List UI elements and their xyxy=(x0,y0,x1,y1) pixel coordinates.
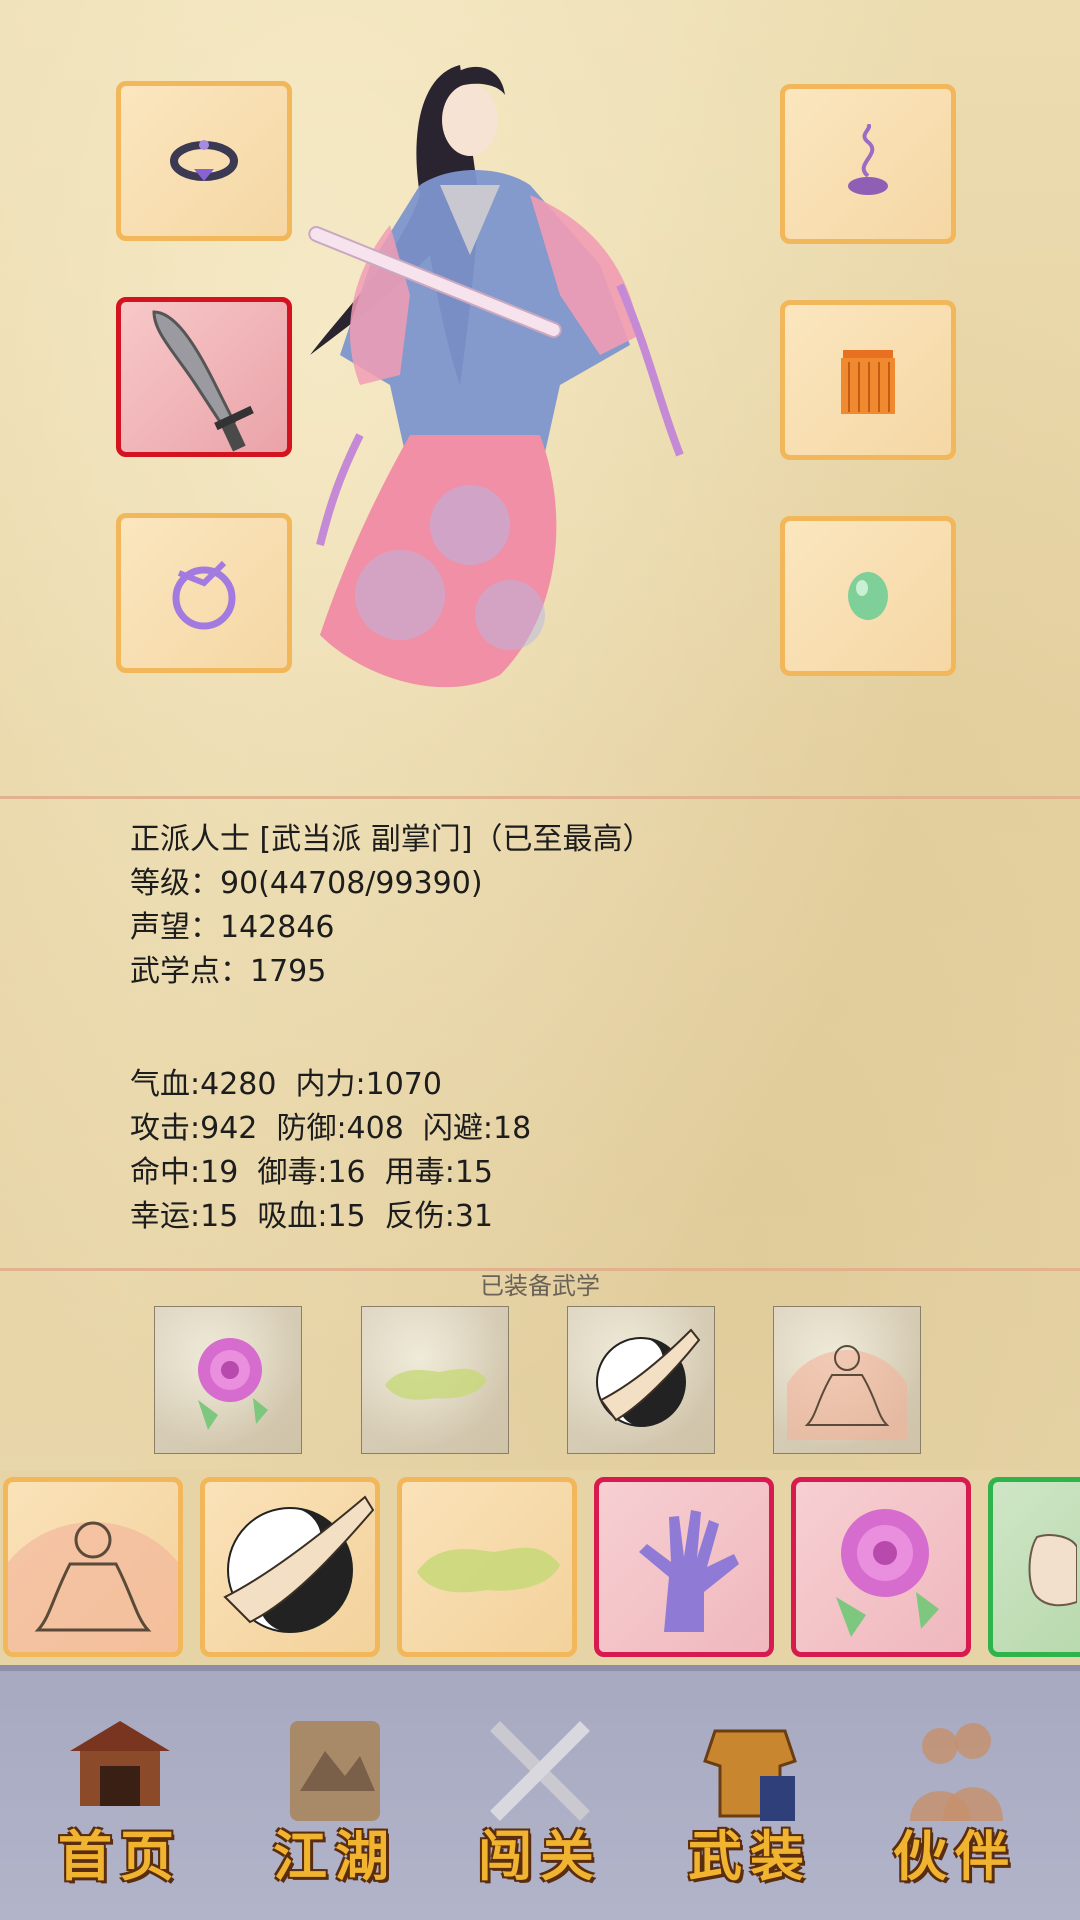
equipped-skill-4[interactable] xyxy=(773,1306,921,1454)
nav-jianghu[interactable]: 江湖 xyxy=(245,1691,425,1901)
nav-challenge[interactable]: 闯关 xyxy=(450,1691,630,1901)
rose-icon xyxy=(198,1338,268,1430)
equipped-skill-3[interactable] xyxy=(567,1306,715,1454)
nav-partner[interactable]: 伙伴 xyxy=(865,1691,1045,1901)
skill-card-4[interactable] xyxy=(594,1477,774,1657)
equip-slot-weapon[interactable] xyxy=(116,297,292,457)
skill-card-1[interactable] xyxy=(3,1477,183,1657)
purple-hand-icon xyxy=(639,1510,739,1632)
green-beast-icon xyxy=(417,1547,560,1593)
nav-home-label: 首页 xyxy=(58,1824,182,1888)
nav-equipment-label: 武装 xyxy=(688,1824,812,1888)
equip-slot-ring[interactable] xyxy=(116,81,292,241)
rose-icon xyxy=(836,1509,939,1637)
nav-challenge-label: 闯关 xyxy=(478,1824,602,1888)
jade-stone-icon xyxy=(848,572,888,620)
nav-home[interactable]: 首页 xyxy=(30,1691,210,1901)
meditation-icon xyxy=(787,1345,907,1440)
nav-equipment[interactable]: 武装 xyxy=(660,1691,840,1901)
character-portrait xyxy=(308,65,684,688)
ring-crown-icon xyxy=(170,140,238,181)
skill-card-2[interactable] xyxy=(200,1477,380,1657)
stats-line-1: 气血:4280 内力:1070 xyxy=(130,1067,442,1102)
tassel-icon xyxy=(841,350,895,414)
fist-icon xyxy=(1028,1534,1077,1607)
bracelet-icon xyxy=(172,560,236,630)
skill-card-6[interactable] xyxy=(988,1477,1080,1657)
character-reputation: 声望：142846 xyxy=(130,910,335,945)
character-info: 正派人士 [武当派 副掌门]（已至最高） 等级：90(44708/99390) … xyxy=(130,818,652,994)
skill-card-5[interactable] xyxy=(791,1477,971,1657)
green-beast-icon xyxy=(385,1368,487,1400)
yin-yang-palm-icon xyxy=(596,1328,701,1427)
nav-jianghu-label: 江湖 xyxy=(273,1824,397,1888)
nav-partner-label: 伙伴 xyxy=(893,1824,1017,1888)
character-martial-points: 武学点：1795 xyxy=(130,954,327,989)
meditation-icon xyxy=(8,1521,178,1652)
broadsword-icon xyxy=(152,310,254,452)
character-stats: 气血:4280 内力:1070 攻击:942 防御:408 闪避:18 命中:1… xyxy=(130,1063,531,1239)
divider-top xyxy=(0,796,1080,799)
equip-slot-jade[interactable] xyxy=(780,516,956,676)
yin-yang-palm-icon xyxy=(223,1495,375,1633)
stats-line-2: 攻击:942 防御:408 闪避:18 xyxy=(130,1111,532,1146)
skill-card-3[interactable] xyxy=(397,1477,577,1657)
character-level: 等级：90(44708/99390) xyxy=(130,866,483,901)
equip-slot-incense[interactable] xyxy=(780,84,956,244)
equip-slot-accessory[interactable] xyxy=(780,300,956,460)
stats-line-4: 幸运:15 吸血:15 反伤:31 xyxy=(130,1199,493,1234)
equipped-skill-1[interactable] xyxy=(154,1306,302,1454)
incense-icon xyxy=(848,124,888,195)
character-title: 正派人士 [武当派 副掌门]（已至最高） xyxy=(130,822,653,857)
bottom-navigation: 首页 江湖 闯关 武装 伙伴 xyxy=(0,1665,1080,1920)
equipped-skill-2[interactable] xyxy=(361,1306,509,1454)
stats-line-3: 命中:19 御毒:16 用毒:15 xyxy=(130,1155,493,1190)
equip-slot-bracelet[interactable] xyxy=(116,513,292,673)
equipped-skills-title: 已装备武学 xyxy=(480,1272,600,1300)
